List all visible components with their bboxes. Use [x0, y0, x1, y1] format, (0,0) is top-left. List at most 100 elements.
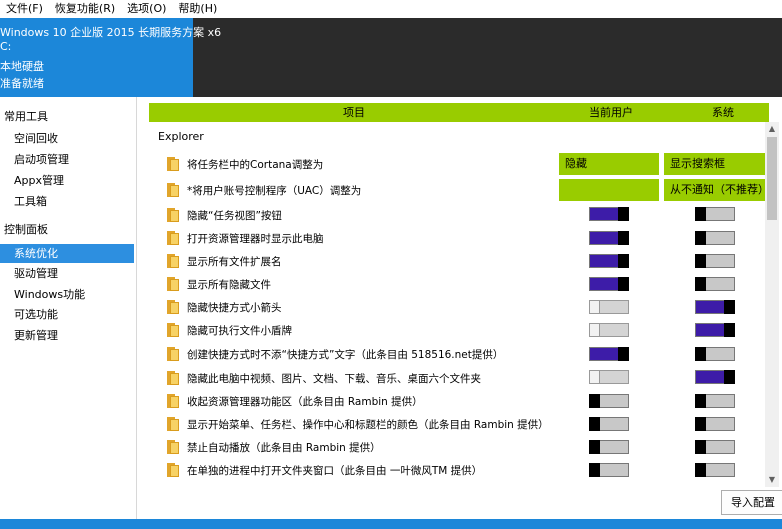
folder-icon [167, 183, 179, 197]
row-label: 显示所有隐藏文件 [187, 279, 271, 291]
system-toggle[interactable] [695, 254, 735, 268]
row-label: 隐藏可执行文件小盾牌 [187, 325, 292, 337]
folder-icon [167, 347, 179, 361]
user-toggle[interactable] [589, 417, 629, 431]
column-system: 系统 [712, 106, 734, 119]
system-toggle[interactable] [695, 440, 735, 454]
user-toggle[interactable] [589, 440, 629, 454]
system-toggle[interactable] [695, 277, 735, 291]
vertical-scrollbar[interactable]: ▲ ▼ [765, 122, 779, 487]
system-dropdown[interactable]: 显示搜索框 [664, 153, 768, 175]
user-toggle[interactable] [589, 347, 629, 361]
user-dropdown[interactable]: 隐藏 [559, 153, 659, 175]
sidebar-item-appx[interactable]: Appx管理 [0, 171, 134, 190]
folder-icon [167, 417, 179, 431]
folder-icon [167, 463, 179, 477]
row-label: 在单独的进程中打开文件夹窗口（此条目由 一叶微风TM 提供） [187, 465, 483, 477]
scroll-up-icon[interactable]: ▲ [765, 122, 779, 136]
menu-options[interactable]: 选项(O) [121, 0, 172, 18]
menu-help[interactable]: 帮助(H) [172, 0, 223, 18]
folder-icon [167, 277, 179, 291]
status-bar [0, 519, 782, 529]
row-label: *将用户账号控制程序（UAC）调整为 [187, 185, 362, 197]
folder-icon [167, 231, 179, 245]
column-current-user: 当前用户 [589, 106, 633, 119]
menu-restore[interactable]: 恢复功能(R) [49, 0, 121, 18]
sidebar-item-windows-features[interactable]: Windows功能 [0, 285, 134, 304]
list-item: 隐藏此电脑中视频、图片、文档、下载、音乐、桌面六个文件夹 [167, 367, 767, 389]
system-toggle[interactable] [695, 323, 735, 337]
list-item: 显示开始菜单、任务栏、操作中心和标题栏的颜色（此条目由 Rambin 提供） [167, 413, 767, 435]
os-name: Windows 10 企业版 2015 长期服务方案 x6 [0, 26, 222, 39]
user-toggle[interactable] [589, 277, 629, 291]
scroll-down-icon[interactable]: ▼ [765, 473, 779, 487]
user-dropdown[interactable] [559, 179, 659, 201]
system-toggle[interactable] [695, 417, 735, 431]
sidebar-item-space-reclaim[interactable]: 空间回收 [0, 129, 134, 148]
section-explorer: Explorer [158, 130, 204, 143]
folder-icon [167, 394, 179, 408]
scroll-thumb[interactable] [767, 137, 777, 220]
folder-icon [167, 157, 179, 171]
system-toggle[interactable] [695, 300, 735, 314]
sidebar-item-optional-features[interactable]: 可选功能 [0, 305, 134, 324]
user-toggle[interactable] [589, 394, 629, 408]
row-label: 隐藏此电脑中视频、图片、文档、下载、音乐、桌面六个文件夹 [187, 373, 481, 385]
system-toggle[interactable] [695, 394, 735, 408]
folder-icon [167, 371, 179, 385]
import-config-button[interactable]: 导入配置 [721, 490, 782, 515]
row-label: 显示所有文件扩展名 [187, 256, 282, 268]
system-toggle[interactable] [695, 463, 735, 477]
sidebar: 常用工具 空间回收 启动项管理 Appx管理 工具箱 控制面板 系统优化 驱动管… [0, 97, 137, 519]
sidebar-item-toolbox[interactable]: 工具箱 [0, 192, 134, 211]
list-item: 收起资源管理器功能区（此条目由 Rambin 提供） [167, 390, 767, 412]
folder-icon [167, 208, 179, 222]
info-header: Windows 10 企业版 2015 长期服务方案 x6 C: 本地硬盘 准备… [0, 18, 782, 97]
list-item: 在单独的进程中打开文件夹窗口（此条目由 一叶微风TM 提供） [167, 459, 767, 481]
sidebar-item-update[interactable]: 更新管理 [0, 326, 134, 345]
row-label: 显示开始菜单、任务栏、操作中心和标题栏的颜色（此条目由 Rambin 提供） [187, 419, 549, 431]
row-label: 打开资源管理器时显示此电脑 [187, 233, 324, 245]
row-label: 收起资源管理器功能区（此条目由 Rambin 提供） [187, 396, 423, 408]
folder-icon [167, 254, 179, 268]
list-item: 禁止自动播放（此条目由 Rambin 提供） [167, 436, 767, 458]
list-item: 显示所有隐藏文件 [167, 273, 767, 295]
system-info-panel: Windows 10 企业版 2015 长期服务方案 x6 C: 本地硬盘 准备… [0, 18, 221, 97]
column-header: 项目 当前用户 系统 [149, 103, 769, 122]
system-toggle[interactable] [695, 207, 735, 221]
main-panel: 项目 当前用户 系统 Explorer 将任务栏中的Cortana调整为 隐藏 … [137, 97, 782, 519]
user-toggle[interactable] [589, 370, 629, 384]
system-toggle[interactable] [695, 347, 735, 361]
user-toggle[interactable] [589, 231, 629, 245]
sidebar-group-common-tools: 常用工具 [4, 110, 48, 123]
system-toggle[interactable] [695, 370, 735, 384]
menu-file[interactable]: 文件(F) [0, 0, 49, 18]
system-dropdown[interactable]: 从不通知（不推荐） [664, 179, 769, 201]
row-label: 创建快捷方式时不添“快捷方式”文字（此条目由 518516.net提供） [187, 349, 504, 361]
row-label: 禁止自动播放（此条目由 Rambin 提供） [187, 442, 381, 454]
sidebar-item-driver[interactable]: 驱动管理 [0, 264, 134, 283]
sidebar-item-system-optimize[interactable]: 系统优化 [0, 244, 134, 263]
menu-bar: 文件(F) 恢复功能(R) 选项(O) 帮助(H) [0, 0, 782, 18]
folder-icon [167, 300, 179, 314]
user-toggle[interactable] [589, 300, 629, 314]
disk-type: 本地硬盘 [0, 60, 44, 73]
user-toggle[interactable] [589, 254, 629, 268]
system-toggle[interactable] [695, 231, 735, 245]
user-toggle[interactable] [589, 207, 629, 221]
drive-letter: C: [0, 40, 12, 53]
sidebar-item-startup[interactable]: 启动项管理 [0, 150, 134, 169]
folder-icon [167, 440, 179, 454]
list-item: 打开资源管理器时显示此电脑 [167, 227, 767, 249]
folder-icon [167, 323, 179, 337]
row-label: 隐藏快捷方式小箭头 [187, 302, 282, 314]
user-toggle[interactable] [589, 323, 629, 337]
row-label: 隐藏“任务视图”按钮 [187, 210, 282, 222]
list-item: 隐藏可执行文件小盾牌 [167, 319, 767, 341]
row-label: 将任务栏中的Cortana调整为 [187, 159, 324, 171]
list-item: 创建快捷方式时不添“快捷方式”文字（此条目由 518516.net提供） [167, 343, 767, 365]
user-toggle[interactable] [589, 463, 629, 477]
list-item: 隐藏快捷方式小箭头 [167, 296, 767, 318]
column-item: 项目 [343, 106, 365, 119]
sidebar-group-control-panel: 控制面板 [4, 223, 48, 236]
